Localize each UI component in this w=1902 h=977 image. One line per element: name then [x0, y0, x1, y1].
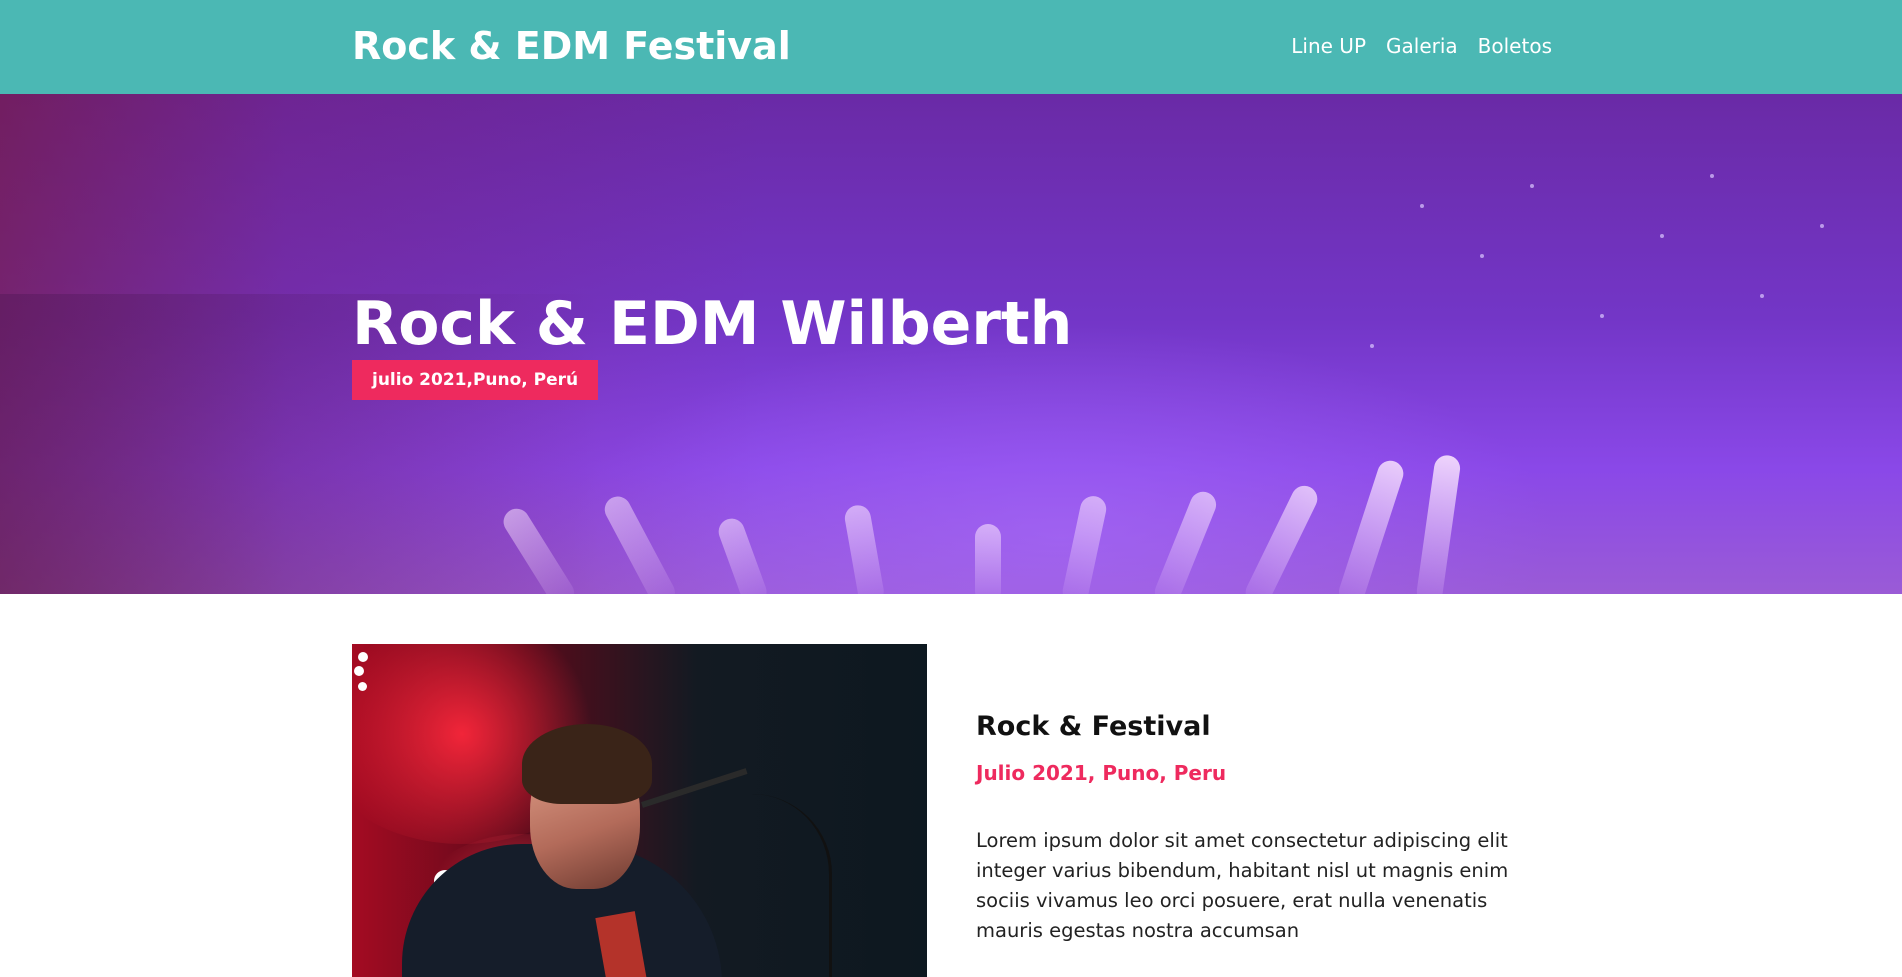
event-date: Julio 2021, Puno, Peru [976, 761, 1227, 785]
event-description: Lorem ipsum dolor sit amet consectetur a… [976, 829, 1509, 942]
event-photo [352, 644, 927, 977]
nav-link-lineup[interactable]: Line UP [1291, 32, 1366, 60]
sparkle [1420, 204, 1424, 208]
sparkle [1530, 184, 1534, 188]
hero-date-badge: julio 2021,Puno, Perú [352, 360, 599, 400]
hero-banner: Rock & EDM Wilberth julio 2021,Puno, Per… [0, 94, 1902, 594]
site-brand[interactable]: Rock & EDM Festival [352, 22, 791, 70]
photo-light-dot [358, 652, 368, 662]
nav-link-galeria[interactable]: Galeria [1386, 32, 1458, 60]
sparkle [1600, 314, 1604, 318]
site-header: Rock & EDM Festival Line UP Galeria Bole… [0, 0, 1902, 94]
sparkle [1760, 294, 1764, 298]
sparkle [1710, 174, 1714, 178]
hero-stage-glow [560, 324, 1560, 594]
photo-light-dot [354, 666, 364, 676]
sparkle [1820, 224, 1824, 228]
photo-light-dot [358, 682, 367, 691]
stage-light-beam [975, 524, 1001, 594]
nav-link-boletos[interactable]: Boletos [1478, 32, 1552, 60]
event-title: Rock & Festival [976, 711, 1211, 742]
photo-singer-hair [522, 724, 652, 804]
sparkle [1660, 234, 1664, 238]
hero-title: Rock & EDM Wilberth [352, 289, 1073, 359]
sparkle [1480, 254, 1484, 258]
sparkle [1370, 344, 1374, 348]
main-nav: Line UP Galeria Boletos [1291, 32, 1552, 60]
photo-mic-cable [712, 794, 832, 977]
